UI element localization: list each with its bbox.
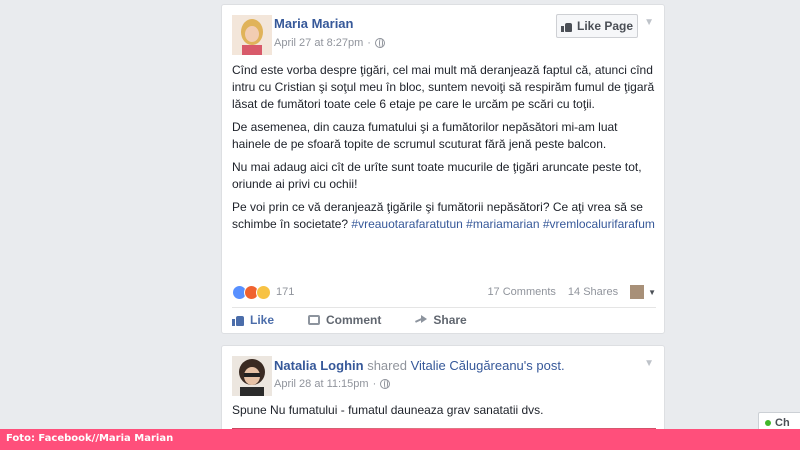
post-actions: Like Comment Share bbox=[232, 313, 532, 327]
post-paragraph: De asemenea, din cauza fumatului şi a fu… bbox=[232, 120, 618, 151]
globe-icon bbox=[380, 379, 391, 389]
shared-text: shared bbox=[367, 358, 407, 373]
post-card-maria-marian: Maria Marian April 27 at 8:27pm · Like P… bbox=[221, 4, 665, 334]
chevron-down-icon[interactable]: ▼ bbox=[644, 17, 654, 28]
reactions-summary[interactable]: 171 bbox=[232, 284, 294, 300]
post-timestamp[interactable]: April 27 at 8:27pm bbox=[274, 37, 363, 49]
author-name[interactable]: Maria Marian bbox=[274, 16, 353, 31]
post-header: Natalia Loghin shared Vitalie Călugărean… bbox=[274, 358, 565, 373]
thumbs-up-icon bbox=[232, 314, 244, 326]
author-avatar[interactable] bbox=[232, 15, 272, 55]
post-text: Cînd este vorba despre ţigări, cel mai m… bbox=[232, 62, 656, 239]
post-paragraph: Cînd este vorba despre ţigări, cel mai m… bbox=[232, 63, 655, 111]
photo-credit-text: Foto: Facebook//Maria Marian bbox=[6, 433, 174, 444]
viewer-avatar[interactable] bbox=[630, 285, 645, 299]
like-page-button[interactable]: Like Page bbox=[556, 14, 638, 38]
comment-icon bbox=[308, 315, 321, 325]
like-page-label: Like Page bbox=[576, 19, 634, 33]
author-avatar[interactable] bbox=[232, 356, 272, 396]
share-button[interactable]: Share bbox=[415, 313, 467, 327]
reaction-count[interactable]: 171 bbox=[276, 286, 294, 298]
post-meta: April 27 at 8:27pm · bbox=[274, 37, 385, 49]
share-label: Share bbox=[433, 313, 467, 327]
globe-icon bbox=[374, 38, 385, 48]
post-paragraph-last: Pe voi prin ce vă deranjează ţigările şi… bbox=[232, 199, 656, 233]
hashtag-link[interactable]: #vreauotarafaratutun bbox=[351, 217, 462, 231]
chat-label: Ch bbox=[775, 417, 790, 429]
shares-count[interactable]: 14 Shares bbox=[568, 286, 618, 298]
hashtag-link[interactable]: #mariamarian bbox=[466, 217, 539, 231]
comment-button[interactable]: Comment bbox=[308, 313, 381, 327]
author-name[interactable]: Natalia Loghin bbox=[274, 358, 364, 373]
post-text: Spune Nu fumatului - fumatul dauneaza gr… bbox=[232, 402, 656, 425]
like-button[interactable]: Like bbox=[232, 313, 274, 327]
post-stats: 171 17 Comments 14 Shares ▼ bbox=[232, 282, 656, 302]
online-status-icon bbox=[765, 420, 771, 426]
caret-down-icon[interactable]: ▼ bbox=[648, 288, 656, 297]
chevron-down-icon[interactable]: ▼ bbox=[644, 358, 654, 369]
meta-separator: · bbox=[367, 37, 371, 49]
hashtag-link[interactable]: #vremlocalurifarafum bbox=[543, 217, 655, 231]
post-paragraph: Spune Nu fumatului - fumatul dauneaza gr… bbox=[232, 403, 544, 417]
share-arrow-icon bbox=[415, 315, 428, 325]
photo-credit-bar: Foto: Facebook//Maria Marian bbox=[0, 429, 800, 450]
shared-suffix[interactable]: 's post. bbox=[524, 358, 565, 373]
divider bbox=[232, 307, 656, 308]
thumbs-up-icon bbox=[560, 21, 572, 32]
post-paragraph: Nu mai adaug aici cît de urîte sunt toat… bbox=[232, 160, 642, 191]
meta-separator: · bbox=[372, 378, 377, 390]
post-meta: April 28 at 11:15pm · bbox=[274, 378, 391, 390]
shared-from-link[interactable]: Vitalie Călugăreanu bbox=[411, 358, 524, 373]
sad-reaction-icon bbox=[256, 284, 271, 300]
comment-label: Comment bbox=[326, 313, 382, 327]
comments-count[interactable]: 17 Comments bbox=[487, 286, 555, 298]
like-label: Like bbox=[250, 313, 275, 327]
stats-right: 17 Comments 14 Shares ▼ bbox=[487, 285, 656, 299]
post-timestamp[interactable]: April 28 at 11:15pm bbox=[274, 378, 369, 390]
